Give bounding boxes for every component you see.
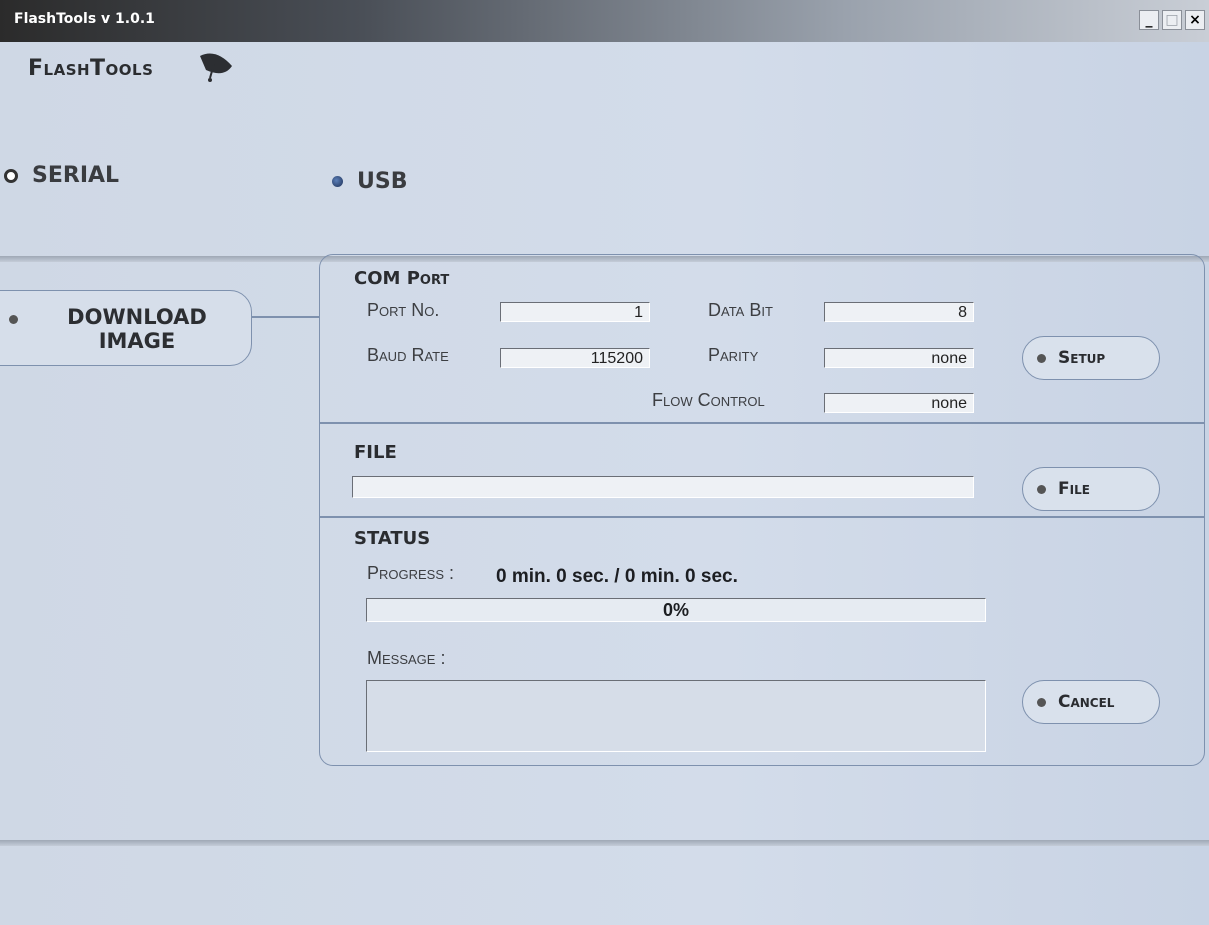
file-button-label: File: [1058, 479, 1090, 499]
setup-button[interactable]: Setup: [1022, 336, 1160, 380]
maximize-button[interactable]: □: [1162, 10, 1182, 30]
progress-bar: 0%: [366, 598, 986, 622]
com-port-title-bold: COM: [354, 268, 401, 289]
port-no-label: Port No.: [367, 300, 440, 320]
file-path-field[interactable]: [352, 476, 974, 498]
parity-label: Parity: [708, 345, 759, 365]
progress-label: Progress :: [367, 563, 454, 584]
window-title: FlashTools v 1.0.1: [14, 11, 155, 27]
section-divider-file: [320, 422, 1204, 424]
cancel-label: Cancel: [1058, 692, 1115, 712]
cancel-button[interactable]: Cancel: [1022, 680, 1160, 724]
download-label-line2: IMAGE: [98, 329, 176, 353]
progress-label-sep: :: [444, 563, 455, 583]
satellite-dish-icon: [200, 53, 232, 82]
data-bit-field[interactable]: 8: [824, 302, 974, 322]
progress-time: 0 min. 0 sec. / 0 min. 0 sec.: [496, 566, 738, 587]
bullet-icon: [1037, 697, 1046, 707]
bullet-icon: [9, 315, 18, 324]
baud-rate-field[interactable]: 115200: [500, 348, 650, 368]
file-button[interactable]: File: [1022, 467, 1160, 511]
title-bar: FlashTools v 1.0.1 _ □ ×: [0, 0, 1209, 42]
file-title: FILE: [354, 442, 397, 463]
com-port-title: COM Port: [354, 268, 449, 289]
radio-unselected-icon: [4, 168, 18, 183]
radio-selected-icon: [332, 176, 343, 187]
app-logo: FlashTools: [28, 56, 154, 81]
flow-control-field[interactable]: none: [824, 393, 974, 413]
close-button[interactable]: ×: [1185, 10, 1205, 30]
baud-rate-label: Baud Rate: [367, 345, 449, 365]
serial-label: SERIAL: [32, 163, 120, 188]
setup-label: Setup: [1058, 348, 1106, 368]
com-port-title-rest: Port: [406, 268, 450, 289]
bullet-icon: [1037, 484, 1046, 494]
port-no-field[interactable]: 1: [500, 302, 650, 322]
download-image-button[interactable]: DOWNLOAD IMAGE: [0, 290, 252, 366]
serial-radio[interactable]: SERIAL: [4, 163, 119, 188]
message-box[interactable]: [366, 680, 986, 752]
connector-line: [252, 316, 320, 318]
message-label: Message :: [367, 648, 446, 668]
status-title: STATUS: [354, 528, 431, 549]
window-controls: _ □ ×: [1139, 10, 1205, 30]
divider-bottom: [0, 840, 1209, 846]
progress-label-text: Progress: [367, 563, 445, 583]
download-image-label: DOWNLOAD IMAGE: [37, 305, 237, 353]
flow-control-label: Flow Control: [652, 390, 765, 410]
bullet-icon: [1037, 353, 1046, 363]
usb-radio[interactable]: USB: [332, 169, 407, 194]
section-divider-status: [320, 516, 1204, 518]
minimize-button[interactable]: _: [1139, 10, 1159, 30]
progress-percent: 0%: [662, 600, 689, 620]
usb-label: USB: [357, 169, 408, 194]
download-label-line1: DOWNLOAD: [67, 305, 207, 329]
parity-field[interactable]: none: [824, 348, 974, 368]
data-bit-label: Data Bit: [708, 300, 773, 320]
